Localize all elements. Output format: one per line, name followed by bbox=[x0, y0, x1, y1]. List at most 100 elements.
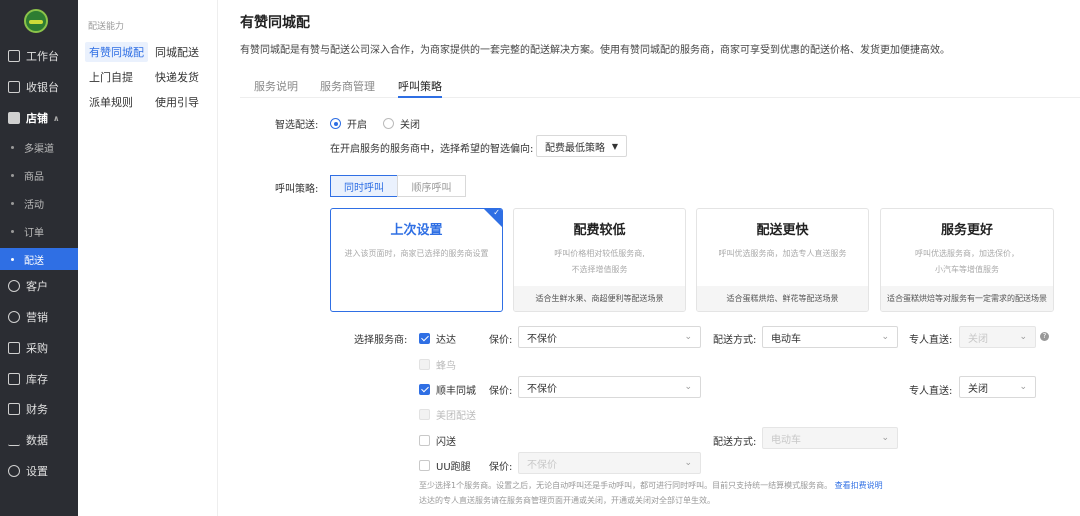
sf-insure-select[interactable]: 不保价 ⌄ bbox=[518, 376, 701, 398]
sidebar-item-settings[interactable]: 设置 bbox=[0, 460, 78, 482]
sidebar-item-label: 财务 bbox=[26, 403, 48, 416]
tab-provider-management[interactable]: 服务商管理 bbox=[320, 78, 375, 94]
card-title: 服务更好 bbox=[940, 223, 993, 238]
dada-insure-select[interactable]: 不保价 ⌄ bbox=[518, 326, 701, 348]
subnav-express[interactable]: 快递发货 bbox=[151, 67, 203, 87]
fee-explanation-link[interactable]: 查看扣费说明 bbox=[835, 481, 883, 490]
dada-method-select[interactable]: 电动车 ⌄ bbox=[762, 326, 898, 348]
checkbox-checked-icon bbox=[419, 384, 430, 395]
insure-label: 保价: bbox=[489, 386, 513, 397]
sidebar-item-cashier[interactable]: 收银台 bbox=[0, 76, 78, 98]
sidebar-item-purchase[interactable]: 采购 bbox=[0, 337, 78, 359]
smart-on-radio[interactable]: 开启 bbox=[330, 116, 367, 131]
sidebar-item-store[interactable]: 店铺 ∧ bbox=[0, 107, 78, 129]
tab-call-strategy[interactable]: 呼叫策略 bbox=[398, 78, 442, 98]
method-label: 配送方式: bbox=[713, 437, 757, 448]
sidebar-item-data[interactable]: 数据 bbox=[0, 429, 78, 451]
sidebar-item-finance[interactable]: 财务 bbox=[0, 398, 78, 420]
bullet-icon bbox=[11, 173, 14, 177]
radio-checked-icon bbox=[330, 118, 341, 129]
select-value: 不保价 bbox=[527, 383, 557, 395]
subnav-dispatch-rules[interactable]: 派单规则 bbox=[85, 92, 137, 112]
provider-meituan-checkbox: 美团配送 bbox=[419, 407, 476, 422]
strategy-card-better[interactable]: 服务更好 呼叫优选服务商，加选保价， 小汽车等增值服务 适合蛋糕烘焙等对服务有一定… bbox=[880, 208, 1054, 312]
checkbox-unchecked-icon bbox=[419, 435, 430, 446]
radio-unchecked-icon bbox=[383, 118, 394, 129]
sidebar-item-marketing[interactable]: 营销 bbox=[0, 306, 78, 328]
chart-icon bbox=[8, 434, 20, 446]
sidebar-item-workbench[interactable]: 工作台 bbox=[0, 45, 78, 67]
store-logo[interactable] bbox=[24, 9, 48, 33]
providers-note: 至少选择1个服务商。设置之后，无论自动呼叫还是手动呼叫，都可进行同时呼叫。目前只… bbox=[419, 480, 883, 491]
checkbox-checked-icon bbox=[419, 333, 430, 344]
sidebar-sub-label: 商品 bbox=[24, 171, 44, 183]
dada-direct-select: 关闭 ⌄ bbox=[959, 326, 1036, 348]
strategy-simultaneous[interactable]: 同时呼叫 bbox=[330, 175, 398, 197]
subnav-guide[interactable]: 使用引导 bbox=[151, 92, 203, 112]
settings-icon bbox=[8, 465, 20, 477]
select-value: 配费最低策略 bbox=[545, 142, 605, 154]
provider-shansong-checkbox[interactable]: 闪送 bbox=[419, 433, 456, 448]
tab-service-info[interactable]: 服务说明 bbox=[254, 78, 298, 94]
bullet-icon bbox=[11, 145, 14, 149]
sidebar-item-customer[interactable]: 客户 bbox=[0, 275, 78, 297]
sidebar-item-inventory[interactable]: 库存 bbox=[0, 368, 78, 390]
subpanel-title: 配送能力 bbox=[88, 22, 125, 32]
chevron-down-icon: ⌄ bbox=[1019, 332, 1027, 342]
tab-bar: 服务说明 服务商管理 呼叫策略 bbox=[240, 72, 1080, 98]
sidebar-item-label: 客户 bbox=[26, 280, 48, 293]
provider-name: 蜂鸟 bbox=[436, 361, 456, 372]
direct-label: 专人直送: bbox=[909, 335, 953, 346]
smart-off-radio[interactable]: 关闭 bbox=[383, 116, 420, 131]
sidebar-item-label: 设置 bbox=[26, 465, 48, 478]
radio-label: 关闭 bbox=[400, 120, 420, 131]
card-desc: 进入该页面时，商家已选择的服务商设置 bbox=[337, 246, 496, 262]
chevron-down-icon: ⌄ bbox=[1019, 382, 1027, 392]
subnav-city-delivery[interactable]: 同城配送 bbox=[151, 42, 203, 62]
chevron-down-icon: ⌄ bbox=[684, 382, 692, 392]
card-footer: 适合蛋糕烘焙、鲜花等配送场景 bbox=[697, 286, 868, 311]
select-value: 电动车 bbox=[771, 434, 801, 446]
finance-icon bbox=[8, 403, 20, 415]
card-desc-line: 呼叫优选服务商，加选专人直送服务 bbox=[718, 249, 847, 258]
sidebar-sub-multichannel[interactable]: 多渠道 bbox=[0, 136, 78, 158]
sidebar-sub-label: 多渠道 bbox=[24, 143, 54, 155]
subnav-self-pickup[interactable]: 上门自提 bbox=[85, 67, 137, 87]
strategy-card-low-cost[interactable]: 配费较低 呼叫价格相对较低服务商, 不选择增值服务 适合生鲜水果、商超便利等配送场… bbox=[513, 208, 686, 312]
note-text: 至少选择1个服务商。设置之后，无论自动呼叫还是手动呼叫，都可进行同时呼叫。目前只… bbox=[419, 481, 833, 490]
chevron-down-icon: ⌄ bbox=[881, 433, 889, 443]
card-desc: 呼叫优选服务商，加选专人直送服务 bbox=[703, 246, 862, 262]
sf-direct-select[interactable]: 关闭 ⌄ bbox=[959, 376, 1036, 398]
sidebar-sub-delivery[interactable]: 配送 bbox=[0, 248, 78, 270]
provider-uu-checkbox[interactable]: UU跑腿 bbox=[419, 458, 471, 473]
sidebar-item-label: 收银台 bbox=[26, 81, 59, 94]
subnav-youzan-delivery[interactable]: 有赞同城配 bbox=[85, 42, 148, 62]
insure-label: 保价: bbox=[489, 462, 513, 473]
card-desc-line: 小汽车等增值服务 bbox=[935, 265, 999, 274]
card-desc-line: 呼叫优选服务商，加选保价， bbox=[915, 249, 1019, 258]
checkbox-disabled-icon bbox=[419, 409, 430, 420]
page-title: 有赞同城配 bbox=[240, 15, 310, 31]
strategy-card-last[interactable]: ✓ 上次设置 进入该页面时，商家已选择的服务商设置 bbox=[330, 208, 503, 312]
select-value: 不保价 bbox=[527, 333, 557, 345]
insure-label: 保价: bbox=[489, 335, 513, 346]
sidebar-sub-activity[interactable]: 活动 bbox=[0, 192, 78, 214]
card-title: 配费较低 bbox=[573, 223, 626, 238]
help-icon[interactable]: ? bbox=[1040, 332, 1049, 341]
provider-name: 闪送 bbox=[436, 437, 456, 448]
strategy-sequential[interactable]: 顺序呼叫 bbox=[397, 175, 466, 197]
preference-select[interactable]: 配费最低策略 ▼ bbox=[536, 135, 627, 157]
strategy-card-faster[interactable]: 配送更快 呼叫优选服务商，加选专人直送服务 适合蛋糕烘焙、鲜花等配送场景 bbox=[696, 208, 869, 312]
uu-insure-select: 不保价 ⌄ bbox=[518, 452, 701, 474]
sidebar-sub-goods[interactable]: 商品 bbox=[0, 164, 78, 186]
card-title: 配送更快 bbox=[756, 223, 809, 238]
select-value: 关闭 bbox=[968, 333, 988, 345]
cart-icon bbox=[8, 342, 20, 354]
caret-down-icon: ▼ bbox=[611, 142, 618, 151]
call-strategy-label: 呼叫策略: bbox=[275, 184, 319, 195]
provider-name: 顺丰同城 bbox=[436, 386, 476, 397]
provider-dada-checkbox[interactable]: 达达 bbox=[419, 331, 456, 346]
card-desc: 呼叫优选服务商，加选保价， 小汽车等增值服务 bbox=[887, 246, 1047, 278]
sidebar-sub-orders[interactable]: 订单 bbox=[0, 220, 78, 242]
provider-sf-checkbox[interactable]: 顺丰同城 bbox=[419, 382, 476, 397]
